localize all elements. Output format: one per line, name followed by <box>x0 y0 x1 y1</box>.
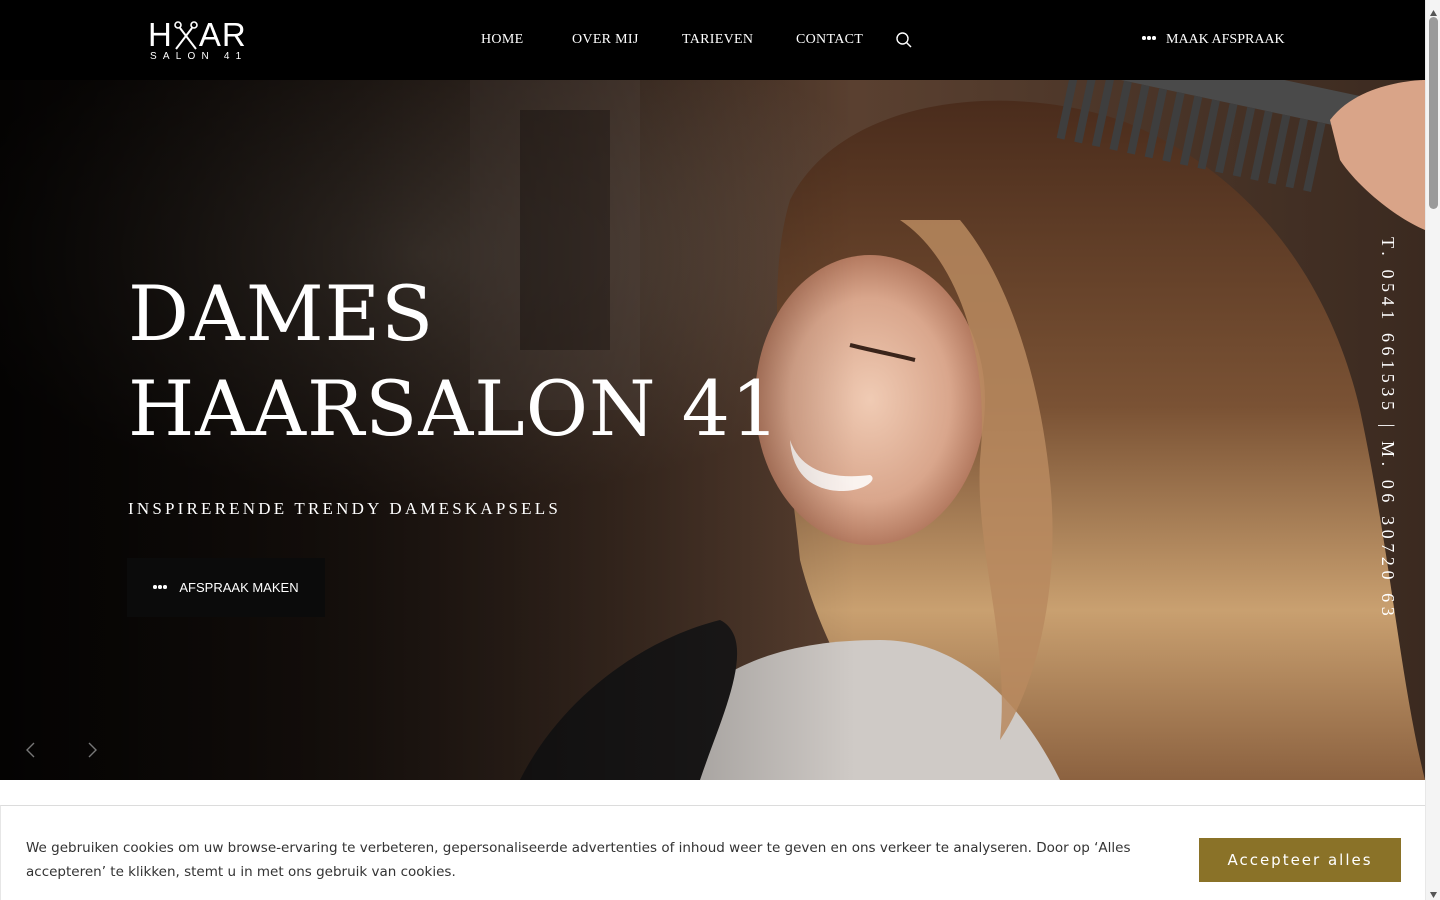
nav-item-contact[interactable]: CONTACT <box>796 31 863 49</box>
phone-numbers: T. 0541 661535 | M. 06 30720 63 <box>1375 237 1399 647</box>
chevron-right-icon[interactable] <box>85 741 99 759</box>
scissors-icon <box>173 18 199 52</box>
accept-all-button[interactable]: Accepteer alles <box>1199 838 1401 882</box>
hero-title-line-1: DAMES <box>128 269 435 358</box>
scrollbar-thumb[interactable] <box>1429 17 1438 209</box>
hero-title-line-2: HAARSALON 41 <box>128 364 781 453</box>
logo-letter-h: H <box>148 16 173 53</box>
hero-subtitle: INSPIRERENDE TRENDY DAMESKAPSELS <box>128 499 561 518</box>
page-scrollbar[interactable] <box>1425 0 1440 900</box>
nav-item-tarieven[interactable]: TARIEVEN <box>682 31 753 49</box>
scroll-up-icon[interactable] <box>1429 4 1438 16</box>
book-appointment-button[interactable]: AFSPRAAK MAKEN <box>127 558 325 617</box>
search-icon[interactable] <box>895 31 913 49</box>
more-dots-icon <box>1142 36 1156 40</box>
nav-item-home[interactable]: HOME <box>481 31 523 49</box>
make-appointment-link[interactable]: MAAK AFSPRAAK <box>1142 31 1285 49</box>
logo[interactable]: H AR SALON 41 <box>148 18 252 64</box>
scroll-down-icon[interactable] <box>1429 886 1438 898</box>
nav-item-over-mij[interactable]: OVER MIJ <box>572 31 639 49</box>
hero-slider: DAMES HAARSALON 41 INSPIRERENDE TRENDY D… <box>0 80 1425 780</box>
more-dots-icon <box>153 585 167 589</box>
cookie-message: We gebruiken cookies om uw browse-ervari… <box>26 840 1131 880</box>
logo-subtitle: SALON 41 <box>150 51 248 62</box>
book-appointment-label: AFSPRAAK MAKEN <box>179 580 299 595</box>
site-header: H AR SALON 41 HOME OVER MIJ TARIEVEN CON… <box>0 0 1425 80</box>
make-appointment-label: MAAK AFSPRAAK <box>1166 32 1285 47</box>
logo-letters-ar: AR <box>198 16 247 53</box>
chevron-left-icon[interactable] <box>24 741 38 759</box>
logo-wordmark: H AR <box>148 18 247 52</box>
phone-numbers-text: T. 0541 661535 | M. 06 30720 63 <box>1378 237 1398 621</box>
hero-title: DAMES HAARSALON 41 <box>128 266 828 456</box>
cookie-banner: We gebruiken cookies om uw browse-ervari… <box>0 805 1425 900</box>
